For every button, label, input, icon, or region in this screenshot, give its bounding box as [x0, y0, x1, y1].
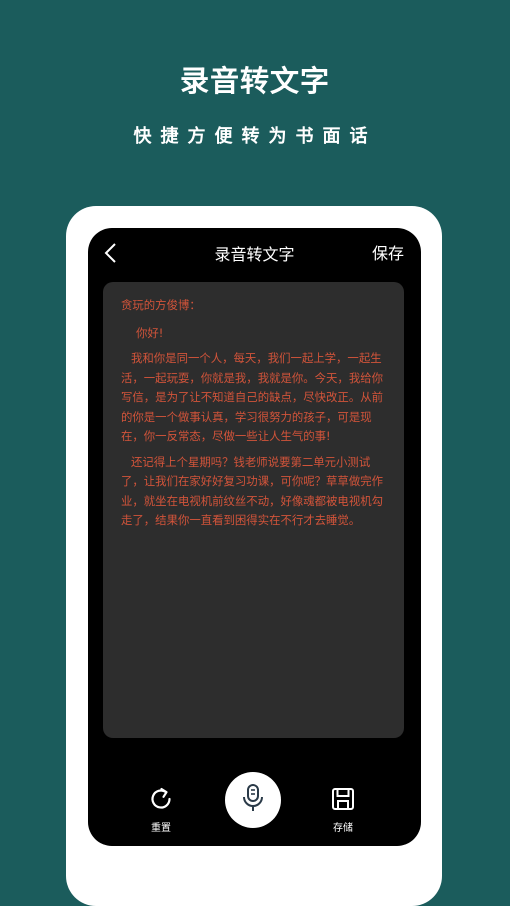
- letter-paragraph-2: 还记得上个星期吗？钱老师说要第二单元小测试了，让我们在家好好复习功课，可你呢？草…: [121, 454, 383, 528]
- floppy-disk-icon: [330, 786, 356, 816]
- save-button[interactable]: 保存: [372, 240, 404, 264]
- letter-salutation: 贪玩的方俊博：: [121, 298, 201, 312]
- store-label: 存储: [333, 823, 353, 834]
- reset-label: 重置: [151, 823, 171, 834]
- phone-screen: 录音转文字 保存 贪玩的方俊博： 你好! 我和你是同一个人，每天，我们一起上学，…: [88, 228, 421, 846]
- letter-greeting: 你好!: [136, 325, 164, 340]
- refresh-icon: [148, 786, 174, 816]
- microphone-icon: [240, 783, 266, 817]
- nav-bar: 录音转文字 保存: [88, 228, 421, 276]
- promo-subtitle: 快捷方便转为书面话: [133, 126, 377, 147]
- transcription-text: 贪玩的方俊博： 你好! 我和你是同一个人，每天，我们一起上学，一起生活，一起玩耍…: [121, 296, 387, 531]
- transcription-card: 贪玩的方俊博： 你好! 我和你是同一个人，每天，我们一起上学，一起生活，一起玩耍…: [103, 282, 404, 738]
- letter-paragraph-1: 我和你是同一个人，每天，我们一起上学，一起生活，一起玩耍，你就是我，我就是你。今…: [121, 351, 383, 443]
- store-button[interactable]: 存储: [330, 786, 356, 834]
- reset-button[interactable]: 重置: [148, 786, 174, 834]
- record-button[interactable]: [225, 772, 281, 828]
- promo-title: 录音转文字: [179, 64, 330, 98]
